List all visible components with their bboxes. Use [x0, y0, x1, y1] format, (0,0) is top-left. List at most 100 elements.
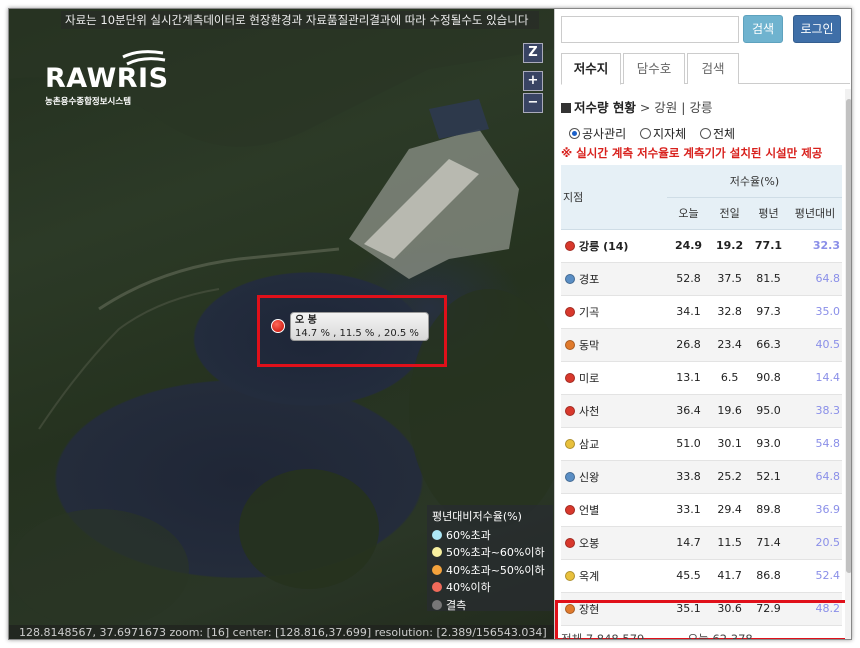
legend-item: 40%이하 [432, 579, 548, 597]
table-row[interactable]: 신왕 33.8 25.2 52.1 64.8 [561, 460, 842, 494]
rawris-logo: RAWRIS 농촌용수종합정보시스템 [45, 47, 175, 117]
normal-value: 81.5 [749, 262, 788, 296]
visitor-counter: 전체 7,848,579 오늘 62,378 [561, 631, 841, 640]
reservoir-marker-icon[interactable] [271, 319, 285, 333]
radio-all[interactable]: 전체 [699, 125, 735, 142]
site-name: 기곡 [561, 295, 667, 329]
site-name: 신왕 [561, 460, 667, 494]
side-panel: 검색 로그인 저수지 담수호 검색 저수량 현황 > 강원 | 강릉 공사관리 … [554, 9, 851, 640]
today-value: 13.1 [666, 361, 711, 395]
legend-item: 40%초과~50%이하 [432, 562, 548, 580]
legend-item: 결측 [432, 597, 548, 615]
prev-value: 19.6 [710, 394, 750, 428]
table-row[interactable]: 동막 26.8 23.4 66.3 40.5 [561, 328, 842, 362]
radio-local-gov[interactable]: 지자체 [640, 125, 686, 142]
status-dot-icon [565, 570, 575, 581]
site-name: 삼교 [561, 427, 667, 461]
today-value: 52.8 [666, 262, 711, 296]
reservoir-popup[interactable]: 오 봉 14.7 % , 11.5 % , 20.5 % [290, 312, 429, 341]
legend-dot-icon [432, 599, 442, 610]
site-name: 미로 [561, 361, 667, 395]
prev-value: 6.5 [710, 361, 750, 395]
prev-value: 25.2 [710, 460, 750, 494]
login-button[interactable]: 로그인 [793, 15, 841, 43]
table-row[interactable]: 옥계 45.5 41.7 86.8 52.4 [561, 559, 842, 593]
ratio-value: 54.8 [787, 427, 842, 461]
ratio-value: 20.5 [787, 526, 842, 560]
normal-value: 97.3 [749, 295, 788, 329]
management-filter: 공사관리 지자체 전체 [569, 125, 745, 142]
legend-dot-icon [432, 564, 442, 575]
prev-value: 19.2 [710, 229, 750, 263]
logo-subtitle: 농촌용수종합정보시스템 [45, 97, 132, 107]
panel-content: 저수량 현황 > 강원 | 강릉 공사관리 지자체 전체 ※ 실시간 계측 저수… [555, 85, 845, 640]
ratio-value: 38.3 [787, 394, 842, 428]
site-name: 옥계 [561, 559, 667, 593]
search-button[interactable]: 검색 [743, 15, 783, 43]
map-status-bar: 128.8148567, 37.6971673 zoom: [16] cente… [9, 625, 554, 639]
today-value: 51.0 [666, 427, 711, 461]
tab-reservoir[interactable]: 저수지 [561, 53, 621, 85]
panel-scrollbar[interactable] [845, 89, 851, 639]
table-row[interactable]: 기곡 34.1 32.8 97.3 35.0 [561, 295, 842, 329]
normal-value: 66.3 [749, 328, 788, 362]
radio-unchecked-icon [699, 128, 711, 139]
radio-unchecked-icon [640, 128, 651, 139]
tab-search[interactable]: 검색 [687, 53, 739, 84]
breadcrumb: > 강원 | 강릉 [639, 100, 713, 115]
table-row[interactable]: 오봉 14.7 11.5 71.4 20.5 [561, 526, 842, 560]
status-dot-icon [565, 339, 575, 350]
ratio-value: 40.5 [787, 328, 842, 362]
heading-title: 저수량 현황 [574, 100, 636, 115]
scroll-thumb[interactable] [846, 99, 851, 573]
zoom-extent-button[interactable]: Z [523, 43, 543, 63]
table-row[interactable]: 경포 52.8 37.5 81.5 64.8 [561, 262, 842, 296]
legend-item: 60%초과 [432, 527, 548, 545]
prev-value: 23.4 [710, 328, 750, 362]
table-row[interactable]: 미로 13.1 6.5 90.8 14.4 [561, 361, 842, 395]
tab-bar: 저수지 담수호 검색 [561, 53, 850, 85]
zoom-out-button[interactable]: − [523, 93, 543, 113]
normal-value: 93.0 [749, 427, 788, 461]
prev-value: 11.5 [710, 526, 750, 560]
today-value: 45.5 [666, 559, 711, 593]
normal-value: 77.1 [749, 229, 788, 263]
ratio-value: 32.3 [787, 229, 842, 263]
satellite-map[interactable]: 자료는 10분단위 실시간계측데이터로 현장환경과 자료품질관리결과에 따라 수… [9, 9, 554, 639]
col-normal: 평년 [749, 197, 788, 230]
radio-checked-icon [569, 128, 580, 139]
normal-value: 89.8 [749, 493, 788, 527]
app-window: 자료는 10분단위 실시간계측데이터로 현장환경과 자료품질관리결과에 따라 수… [8, 8, 852, 640]
normal-value: 86.8 [749, 559, 788, 593]
tab-freshwater-lake[interactable]: 담수호 [623, 53, 685, 84]
legend-item: 50%초과~60%이하 [432, 544, 548, 562]
ratio-value: 36.9 [787, 493, 842, 527]
status-dot-icon [565, 471, 575, 482]
table-row[interactable]: 언별 33.1 29.4 89.8 36.9 [561, 493, 842, 527]
warning-note: ※ 실시간 계측 저수율로 계측기가 설치된 시설만 제공 [561, 146, 823, 160]
table-row[interactable]: 사천 36.4 19.6 95.0 38.3 [561, 394, 842, 428]
site-name: 경포 [561, 262, 667, 296]
total-visits: 전체 7,848,579 [561, 632, 645, 640]
status-dot-icon [565, 372, 575, 383]
popup-name: 오 봉 [295, 315, 317, 326]
table-row[interactable]: 강릉 (14) 24.9 19.2 77.1 32.3 [561, 229, 842, 263]
normal-value: 52.1 [749, 460, 788, 494]
site-name: 강릉 (14) [561, 229, 667, 263]
logo-title: RAWRIS [45, 63, 169, 94]
search-input[interactable] [561, 16, 739, 43]
legend-dot-icon [432, 547, 442, 557]
ratio-value: 52.4 [787, 559, 842, 593]
site-name: 오봉 [561, 526, 667, 560]
status-dot-icon [565, 273, 575, 284]
table-row[interactable]: 삼교 51.0 30.1 93.0 54.8 [561, 427, 842, 461]
status-dot-icon [565, 306, 575, 317]
normal-value: 90.8 [749, 361, 788, 395]
zoom-in-button[interactable]: + [523, 71, 543, 91]
top-bar: 검색 로그인 [555, 9, 851, 51]
today-value: 24.9 [666, 229, 711, 263]
radio-corporation[interactable]: 공사관리 [569, 125, 626, 142]
prev-value: 29.4 [710, 493, 750, 527]
col-today: 오늘 [666, 197, 711, 230]
today-value: 14.7 [666, 526, 711, 560]
